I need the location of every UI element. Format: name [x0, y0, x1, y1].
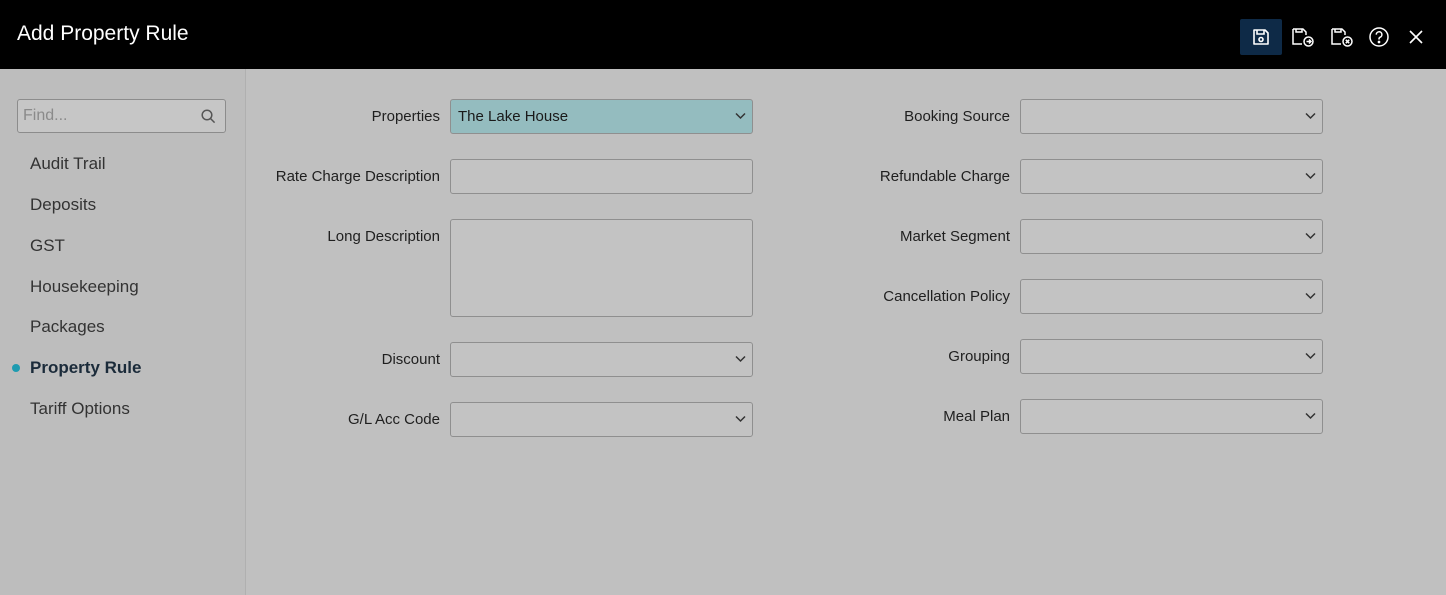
booking-source-select[interactable]	[1020, 99, 1323, 134]
chevron-down-icon	[1305, 292, 1316, 300]
chevron-down-icon	[735, 355, 746, 363]
sidebar-item-gst[interactable]: GST	[30, 235, 65, 257]
help-icon	[1369, 27, 1389, 47]
save-button[interactable]	[1240, 19, 1282, 55]
chevron-down-icon	[735, 415, 746, 423]
search-input[interactable]	[18, 100, 193, 132]
sidebar-item-packages[interactable]: Packages	[30, 316, 105, 338]
save-icon	[1253, 29, 1269, 45]
long-description-textarea[interactable]	[451, 220, 752, 316]
header-bar: Add Property Rule	[0, 0, 1446, 69]
active-indicator-dot	[12, 364, 20, 372]
sidebar-item-housekeeping[interactable]: Housekeeping	[30, 276, 139, 298]
discount-select[interactable]	[450, 342, 753, 377]
close-button[interactable]	[1395, 19, 1437, 55]
discount-label: Discount	[381, 351, 440, 368]
chevron-down-icon	[735, 112, 746, 120]
rate-charge-description-label: Rate Charge Description	[275, 168, 440, 185]
properties-label: Properties	[371, 108, 440, 125]
gl-acc-code-label: G/L Acc Code	[348, 411, 440, 428]
cancellation-policy-select[interactable]	[1020, 279, 1323, 314]
save-and-close-button[interactable]	[1282, 19, 1324, 55]
cancellation-policy-label: Cancellation Policy	[883, 288, 1010, 305]
sidebar-item-property-rule[interactable]: Property Rule	[30, 357, 141, 379]
rate-charge-description-input[interactable]	[451, 160, 752, 193]
properties-select[interactable]: The Lake House	[450, 99, 753, 134]
chevron-down-icon	[1305, 112, 1316, 120]
rate-charge-description-field-box	[450, 159, 753, 194]
booking-source-label: Booking Source	[904, 108, 1010, 125]
meal-plan-select[interactable]	[1020, 399, 1323, 434]
chevron-down-icon	[1305, 232, 1316, 240]
search-box	[17, 99, 226, 133]
help-button[interactable]	[1358, 19, 1400, 55]
close-icon	[1409, 30, 1423, 44]
sidebar-item-audit-trail[interactable]: Audit Trail	[30, 153, 106, 175]
chevron-down-icon	[1305, 172, 1316, 180]
cancel-changes-button[interactable]	[1321, 19, 1363, 55]
sidebar: Audit Trail Deposits GST Housekeeping Pa…	[0, 69, 246, 595]
market-segment-label: Market Segment	[899, 228, 1010, 245]
gl-acc-code-select[interactable]	[450, 402, 753, 437]
meal-plan-label: Meal Plan	[943, 408, 1010, 425]
search-icon[interactable]	[201, 109, 216, 124]
long-description-field-box	[450, 219, 753, 317]
long-description-label: Long Description	[327, 228, 440, 245]
sidebar-item-deposits[interactable]: Deposits	[30, 194, 96, 216]
properties-value: The Lake House	[458, 108, 569, 125]
refundable-charge-label: Refundable Charge	[879, 168, 1010, 185]
sidebar-item-tariff-options[interactable]: Tariff Options	[30, 398, 130, 420]
save-and-close-icon	[1292, 28, 1314, 47]
grouping-select[interactable]	[1020, 339, 1323, 374]
grouping-label: Grouping	[948, 348, 1010, 365]
dialog-title: Add Property Rule	[17, 22, 189, 45]
chevron-down-icon	[1305, 412, 1316, 420]
cancel-changes-icon	[1331, 28, 1353, 47]
market-segment-select[interactable]	[1020, 219, 1323, 254]
chevron-down-icon	[1305, 352, 1316, 360]
refundable-charge-select[interactable]	[1020, 159, 1323, 194]
